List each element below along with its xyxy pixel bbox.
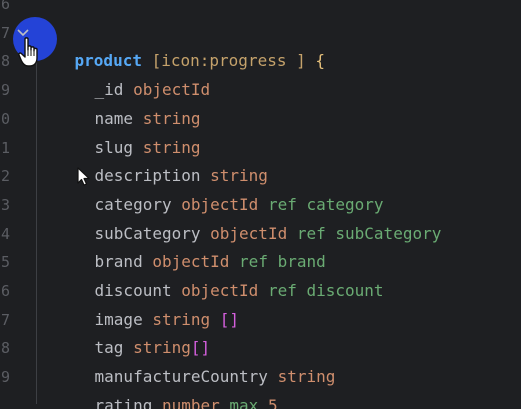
field-line[interactable]: slug string bbox=[56, 105, 201, 157]
line-number-gutter: 6 7 8 9 0 1 2 3 4 5 6 7 8 9 bbox=[0, 0, 12, 409]
field-line[interactable]: _id objectId bbox=[56, 47, 211, 99]
field-line[interactable]: description string bbox=[56, 134, 268, 185]
code-editor[interactable]: 6 7 8 9 0 1 2 3 4 5 6 7 8 9 product [ico… bbox=[0, 0, 521, 409]
max-keyword: max bbox=[229, 395, 259, 409]
field-line[interactable]: brand objectId ref brand bbox=[56, 220, 326, 271]
line-number: 1 bbox=[0, 138, 10, 157]
ref-target: discount bbox=[306, 281, 384, 300]
field-line[interactable]: tag string[] bbox=[56, 306, 211, 357]
ref-keyword: ref bbox=[267, 281, 297, 300]
field-type: number bbox=[161, 395, 220, 409]
field-line[interactable]: name string bbox=[56, 76, 201, 128]
open-brace: { bbox=[315, 51, 326, 71]
field-line[interactable]: rating number max 5 bbox=[56, 363, 278, 409]
line-number: 8 bbox=[0, 52, 10, 71]
line-number: 9 bbox=[0, 81, 10, 100]
model-declaration-line[interactable]: product [icon:progress ] { bbox=[36, 19, 325, 70]
field-line[interactable]: image string [] bbox=[56, 277, 240, 329]
line-number: 0 bbox=[0, 109, 10, 128]
line-number: 6 bbox=[0, 282, 10, 300]
line-number: 2 bbox=[0, 167, 10, 186]
line-number: 7 bbox=[0, 23, 10, 42]
array-brackets: [] bbox=[219, 309, 240, 329]
line-number: 6 bbox=[0, 0, 10, 13]
field-name: rating bbox=[94, 395, 153, 409]
field-line[interactable]: manufactureCountry string bbox=[56, 334, 336, 386]
line-number: 8 bbox=[0, 339, 10, 358]
line-number: 9 bbox=[0, 368, 10, 387]
ref-target: subCategory bbox=[335, 223, 442, 243]
line-number: 4 bbox=[0, 224, 10, 243]
max-value: 5 bbox=[267, 395, 278, 409]
line-number: 7 bbox=[0, 310, 10, 329]
line-number: 5 bbox=[0, 253, 10, 272]
field-line[interactable]: discount objectId ref discount bbox=[56, 248, 384, 300]
hand-pointer-cursor-icon bbox=[18, 37, 38, 67]
arrow-cursor-icon bbox=[77, 167, 90, 186]
field-type: string bbox=[277, 367, 336, 387]
field-line[interactable]: subCategory objectId ref subCategory bbox=[56, 191, 442, 243]
field-line[interactable]: category objectId ref category bbox=[56, 162, 384, 214]
line-number: 3 bbox=[0, 195, 10, 214]
